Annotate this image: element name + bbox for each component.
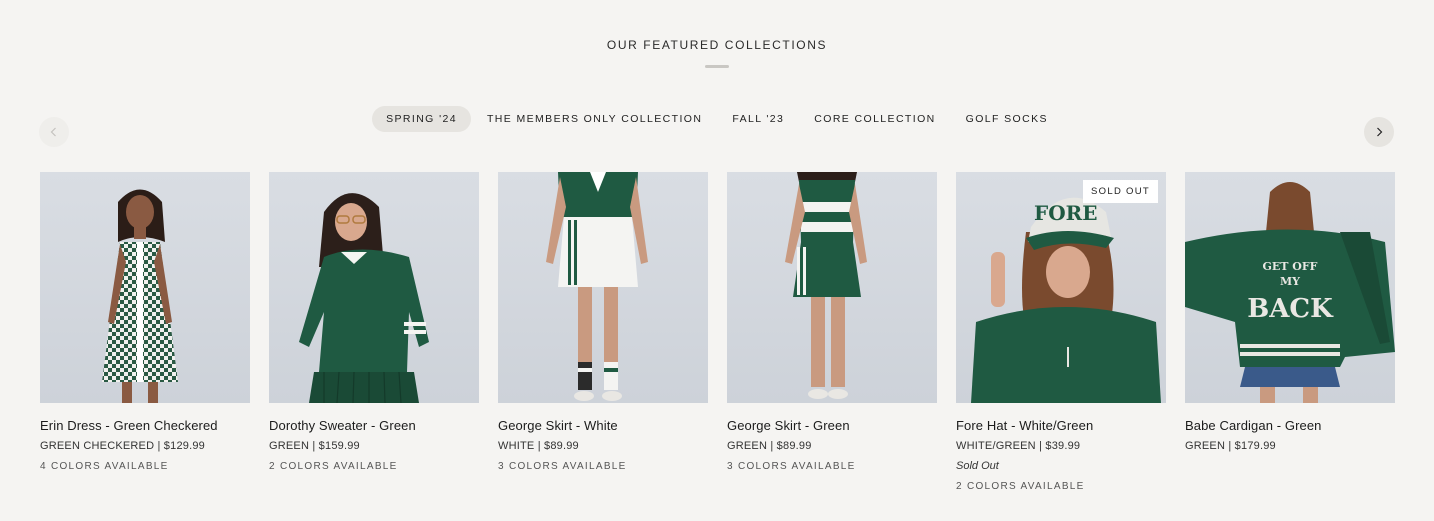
colors-available: 2 COLORS AVAILABLE (269, 461, 398, 472)
product-card[interactable]: Erin Dress - Green Checkered GREEN CHECK… (40, 172, 250, 472)
model-photo: FORE (971, 197, 1161, 403)
carousel-next-button[interactable] (1364, 117, 1394, 147)
product-name[interactable]: Babe Cardigan - Green (1185, 418, 1395, 433)
cardigan-text-line3: BACK (1247, 294, 1334, 324)
chevron-right-icon (1377, 127, 1383, 137)
product-variant-price: GREEN CHECKERED | $129.99 (40, 440, 205, 452)
product-variant-price: GREEN | $89.99 (727, 440, 812, 452)
product-card[interactable]: FORE SOLD OUT Fore Hat - White/Green WHI… (956, 172, 1166, 492)
product-image[interactable] (269, 172, 479, 403)
model-photo: GET OFF MY BACK (1185, 182, 1395, 403)
product-name[interactable]: Erin Dress - Green Checkered (40, 418, 250, 433)
colors-available: 2 COLORS AVAILABLE (956, 481, 1085, 492)
product-name[interactable]: Fore Hat - White/Green (956, 418, 1166, 433)
product-image[interactable] (40, 172, 250, 403)
product-image[interactable]: GET OFF MY BACK (1185, 172, 1395, 403)
product-name[interactable]: Dorothy Sweater - Green (269, 418, 479, 433)
colors-available: 3 COLORS AVAILABLE (727, 461, 856, 472)
tab-golf-socks[interactable]: GOLF SOCKS (952, 106, 1062, 132)
chevron-left-icon (50, 127, 56, 137)
product-card[interactable]: GET OFF MY BACK Babe Cardigan - Green GR… (1185, 172, 1395, 452)
tab-spring-24[interactable]: SPRING '24 (372, 106, 471, 132)
model-photo (785, 172, 867, 399)
section-title: OUR FEATURED COLLECTIONS (606, 38, 828, 52)
product-variant-price: GREEN | $179.99 (1185, 440, 1276, 452)
model-photo (102, 189, 178, 403)
model-photo (299, 193, 429, 403)
hat-text: FORE (1034, 201, 1098, 225)
colors-available: 4 COLORS AVAILABLE (40, 461, 169, 472)
product-variant-price: WHITE | $89.99 (498, 440, 579, 452)
sold-out-label: Sold Out (956, 460, 999, 472)
tab-core-collection[interactable]: CORE COLLECTION (800, 106, 949, 132)
tab-members-only[interactable]: THE MEMBERS ONLY COLLECTION (473, 106, 716, 132)
product-card[interactable]: George Skirt - White WHITE | $89.99 3 CO… (498, 172, 708, 472)
product-image[interactable] (498, 172, 708, 403)
product-card[interactable]: George Skirt - Green GREEN | $89.99 3 CO… (727, 172, 937, 472)
product-image[interactable] (727, 172, 937, 403)
sold-out-badge: SOLD OUT (1083, 180, 1158, 203)
product-name[interactable]: George Skirt - Green (727, 418, 937, 433)
colors-available: 3 COLORS AVAILABLE (498, 461, 627, 472)
cardigan-text-line2: MY (1280, 275, 1300, 288)
product-name[interactable]: George Skirt - White (498, 418, 708, 433)
product-variant-price: GREEN | $159.99 (269, 440, 360, 452)
title-divider (705, 65, 729, 68)
collection-tabs: SPRING '24 THE MEMBERS ONLY COLLECTION F… (0, 106, 1434, 132)
model-photo (546, 172, 648, 401)
cardigan-text-line1: GET OFF (1263, 260, 1318, 273)
tab-fall-23[interactable]: FALL '23 (718, 106, 798, 132)
product-card[interactable]: Dorothy Sweater - Green GREEN | $159.99 … (269, 172, 479, 472)
product-image[interactable]: FORE SOLD OUT (956, 172, 1166, 403)
carousel-prev-button[interactable] (39, 117, 69, 147)
product-variant-price: WHITE/GREEN | $39.99 (956, 440, 1081, 452)
